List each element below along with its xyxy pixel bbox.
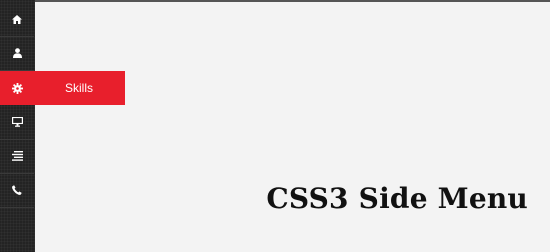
menu-item-skills[interactable]: Skills: [0, 71, 125, 105]
home-icon: [12, 14, 22, 24]
align-right-icon: [11, 151, 23, 161]
gear-icon: [0, 82, 34, 94]
page-title: CSS3 Side Menu: [266, 182, 528, 215]
side-menu: Skills: [0, 0, 125, 252]
page: Skills CSS3 Side Menu: [0, 0, 550, 252]
menu-item-list[interactable]: [0, 139, 34, 174]
top-border: [0, 0, 550, 2]
menu-item-contact[interactable]: [0, 173, 34, 208]
phone-icon: [12, 185, 22, 195]
menu-item-portfolio[interactable]: [0, 105, 34, 140]
menu-item-home[interactable]: [0, 2, 34, 37]
menu-item-label: Skills: [65, 81, 94, 95]
desktop-icon: [11, 117, 23, 127]
user-icon: [12, 48, 22, 58]
menu-item-profile[interactable]: [0, 36, 34, 71]
